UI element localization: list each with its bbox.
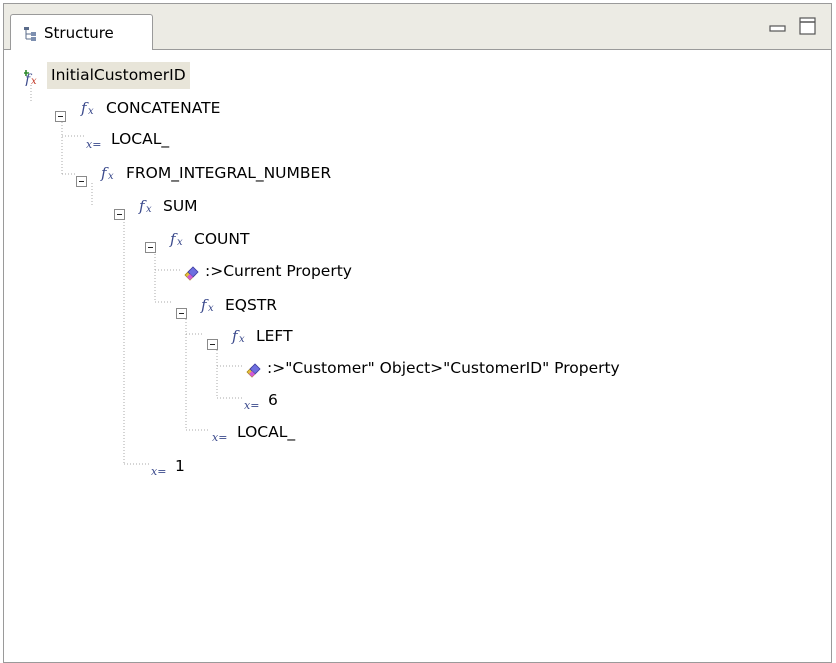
constant-icon: x=	[86, 132, 108, 159]
tree-node-label: LOCAL_	[237, 423, 296, 441]
constant-icon: x=	[244, 393, 266, 420]
view-tab-bar: Structure	[4, 4, 831, 50]
function-icon: fx	[169, 229, 187, 256]
collapse-toggle-icon[interactable]	[76, 168, 87, 195]
tree-node-label: COUNT	[194, 230, 250, 248]
function-tree: f x InitialCustomerID fx CONCATENATE x= …	[4, 50, 831, 650]
tree-node-label: LEFT	[256, 327, 293, 345]
svg-text:x: x	[239, 334, 245, 345]
minimize-icon[interactable]	[769, 20, 787, 32]
collapse-toggle-icon[interactable]	[207, 331, 218, 358]
tree-root-row[interactable]: f x InitialCustomerID	[23, 62, 254, 89]
function-icon: fx	[231, 326, 249, 353]
svg-text:x: x	[146, 204, 152, 215]
function-icon: fx	[200, 295, 218, 322]
tab-structure[interactable]: Structure	[10, 14, 153, 50]
tree-node-label: 1	[175, 457, 185, 475]
tree-root-label: InitialCustomerID	[47, 62, 190, 89]
tree-node-label: 6	[268, 391, 278, 409]
svg-text:x: x	[208, 303, 214, 314]
structure-view: Structure f x InitialCustomerID f x CONC…	[3, 3, 832, 663]
svg-text:x: x	[108, 171, 114, 182]
collapse-toggle-icon[interactable]	[145, 234, 156, 261]
function-icon: fx	[138, 196, 156, 223]
tree-node-label: SUM	[163, 197, 198, 215]
tab-structure-label: Structure	[44, 24, 114, 42]
tree-node-label: CONCATENATE	[106, 99, 221, 117]
svg-text:x=: x=	[86, 138, 101, 151]
collapse-toggle-icon[interactable]	[176, 300, 187, 327]
svg-text:x=: x=	[151, 465, 166, 478]
svg-text:x: x	[88, 106, 94, 117]
svg-text:x: x	[31, 76, 37, 86]
tree-node-label: :>Current Property	[205, 262, 352, 280]
function-icon: fx	[100, 163, 118, 190]
maximize-icon[interactable]	[798, 16, 818, 36]
svg-text:x=: x=	[212, 431, 227, 444]
property-icon	[243, 360, 261, 387]
tree-node-label: :>"Customer" Object>"CustomerID" Propert…	[267, 359, 620, 377]
tree-node-label: EQSTR	[225, 296, 278, 314]
property-icon	[181, 263, 199, 290]
svg-text:x: x	[177, 237, 183, 248]
tree-node-label: LOCAL_	[111, 130, 170, 148]
new-function-icon: f x	[23, 67, 42, 94]
function-icon: fx	[80, 98, 98, 125]
constant-icon: x=	[151, 459, 173, 486]
tree-node-label: FROM_INTEGRAL_NUMBER	[126, 164, 332, 182]
collapse-toggle-icon[interactable]	[55, 103, 66, 130]
constant-icon: x=	[212, 425, 234, 452]
collapse-toggle-icon[interactable]	[114, 201, 125, 228]
structure-tree-icon	[23, 26, 39, 46]
svg-text:x=: x=	[244, 399, 259, 412]
